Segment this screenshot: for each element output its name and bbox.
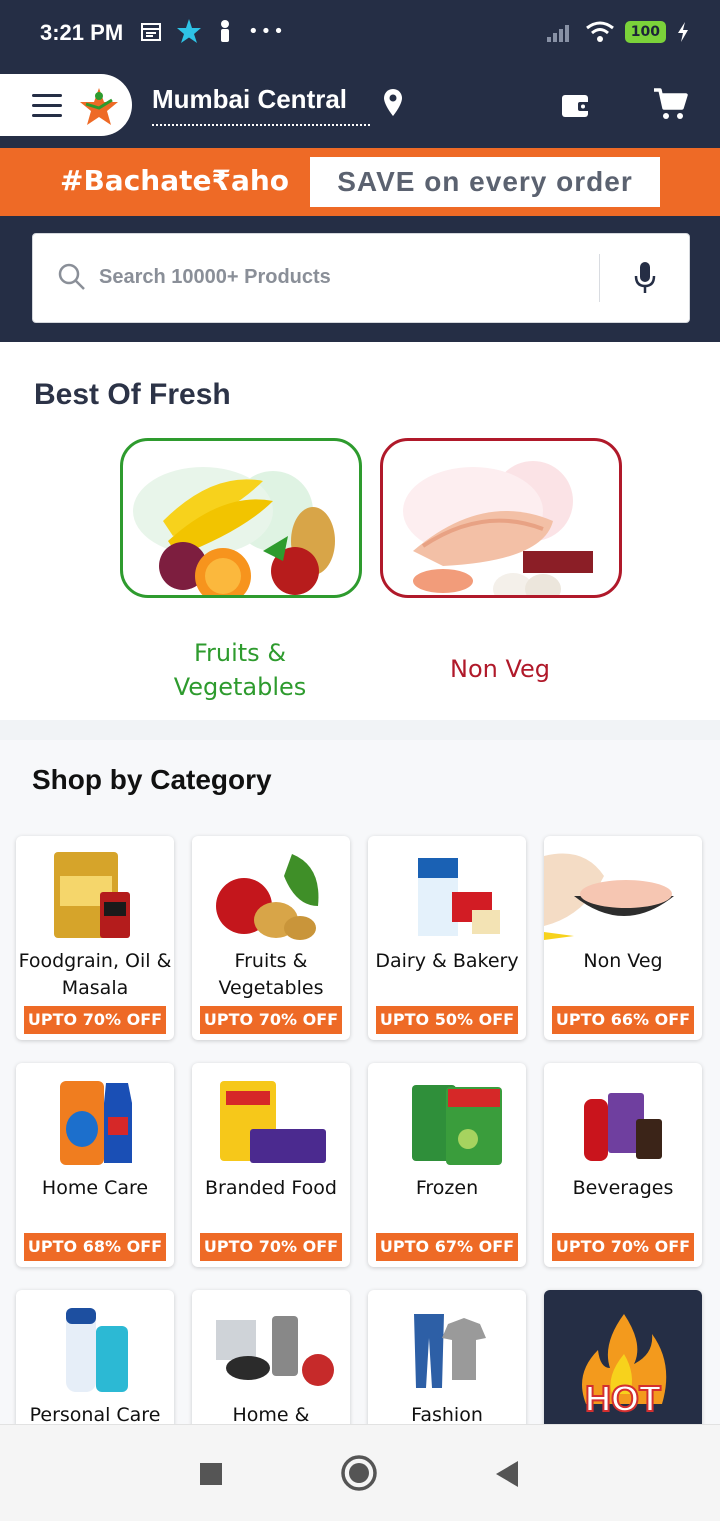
search-icon: [58, 263, 85, 290]
status-icons-left: •••: [140, 18, 286, 44]
person-icon: [221, 20, 229, 42]
status-time: 3:21 PM: [40, 20, 124, 45]
fruits-veg-image: [216, 854, 319, 940]
app-header: Mumbai Central: [0, 70, 720, 148]
wifi-icon: [585, 21, 614, 42]
category-name: Foodgrain, Oil & Masala: [18, 950, 172, 999]
category-name: Beverages: [572, 1177, 674, 1199]
search-input[interactable]: Search 10000+ Products: [99, 266, 331, 289]
delivery-location[interactable]: Mumbai Central: [152, 84, 347, 115]
hot-offers-label: HOT: [584, 1377, 662, 1420]
beverages-image: [584, 1093, 662, 1161]
promo-banner[interactable]: #Bachate₹aho SAVE on every order: [0, 148, 720, 216]
search-divider: [599, 254, 600, 302]
fresh-label-fruits[interactable]: Fruits & Vegetables: [160, 636, 320, 704]
shop-by-category-title: Shop by Category: [32, 764, 272, 795]
section-divider: [0, 720, 720, 740]
hamburger-menu-icon[interactable]: [32, 94, 62, 124]
category-tile-fruits[interactable]: Fruits & Vegetables UPTO 70% OFF: [192, 836, 350, 1040]
search-area: Search 10000+ Products: [0, 216, 720, 342]
category-tile-homecare[interactable]: Home Care UPTO 68% OFF: [16, 1063, 174, 1267]
offer-badge: UPTO 68% OFF: [24, 1233, 166, 1261]
promo-tag: #Bachate₹aho: [60, 164, 290, 197]
status-icons-right: 100: [545, 20, 690, 44]
fresh-card-fruits[interactable]: [120, 438, 362, 598]
status-bar: 3:21 PM ••• 100: [0, 0, 720, 70]
dairy-bakery-image: [418, 858, 500, 936]
home-kitchen-image: [216, 1316, 334, 1386]
personal-care-image: [66, 1308, 128, 1392]
menu-pill[interactable]: [0, 74, 132, 136]
offer-badge: UPTO 67% OFF: [376, 1233, 518, 1261]
microphone-icon[interactable]: [633, 260, 657, 296]
fashion-image: [414, 1314, 486, 1388]
back-icon[interactable]: [494, 1460, 520, 1488]
signal-icon: [546, 25, 569, 42]
system-nav-bar: [0, 1424, 720, 1521]
calendar-icon: [141, 23, 161, 41]
search-bar[interactable]: Search 10000+ Products: [32, 233, 690, 323]
charging-icon: [678, 22, 688, 42]
home-care-image: [60, 1081, 132, 1165]
best-of-fresh-title: Best Of Fresh: [34, 378, 231, 411]
nonveg-image: [403, 461, 593, 595]
category-tile-frozen[interactable]: Frozen UPTO 67% OFF: [368, 1063, 526, 1267]
category-tile-dairy[interactable]: Dairy & Bakery UPTO 50% OFF: [368, 836, 526, 1040]
offer-badge: UPTO 70% OFF: [552, 1233, 694, 1261]
fruits-image: [133, 467, 335, 595]
location-underline: [152, 124, 370, 126]
category-tile-brandedfood[interactable]: Branded Food UPTO 70% OFF: [192, 1063, 350, 1267]
battery-icon: 100: [624, 21, 666, 43]
offer-badge: UPTO 70% OFF: [24, 1006, 166, 1034]
category-name: Home Care: [41, 1177, 149, 1199]
wallet-icon[interactable]: [560, 90, 592, 120]
star-icon: [177, 19, 201, 43]
category-tile-beverages[interactable]: Beverages UPTO 70% OFF: [544, 1063, 702, 1267]
home-icon[interactable]: [340, 1454, 378, 1492]
offer-badge: UPTO 70% OFF: [200, 1233, 342, 1261]
category-name: Dairy & Bakery: [375, 950, 519, 972]
nonveg-category-image: [544, 853, 674, 940]
branded-food-image: [220, 1081, 326, 1163]
status-more-icon: •••: [248, 20, 286, 42]
fresh-card-nonveg[interactable]: [380, 438, 622, 598]
category-tile-nonveg[interactable]: Non Veg UPTO 66% OFF: [544, 836, 702, 1040]
category-name: Branded Food: [205, 1177, 337, 1199]
recent-apps-icon[interactable]: [199, 1462, 223, 1486]
foodgrain-image: [54, 852, 130, 938]
offer-badge: UPTO 66% OFF: [552, 1006, 694, 1034]
frozen-image: [412, 1085, 502, 1165]
app-logo-icon: [80, 88, 118, 125]
category-name: Frozen: [415, 1177, 479, 1199]
offer-badge: UPTO 50% OFF: [376, 1006, 518, 1034]
promo-save-text: SAVE on every order: [310, 157, 660, 207]
category-name: Fruits & Vegetables: [218, 950, 324, 999]
offer-badge: UPTO 70% OFF: [200, 1006, 342, 1034]
fresh-label-nonveg[interactable]: Non Veg: [420, 652, 580, 686]
category-tile-foodgrain[interactable]: Foodgrain, Oil & Masala UPTO 70% OFF: [16, 836, 174, 1040]
category-name: Non Veg: [583, 950, 663, 972]
cart-icon[interactable]: [652, 86, 688, 122]
location-pin-icon[interactable]: [382, 88, 404, 118]
